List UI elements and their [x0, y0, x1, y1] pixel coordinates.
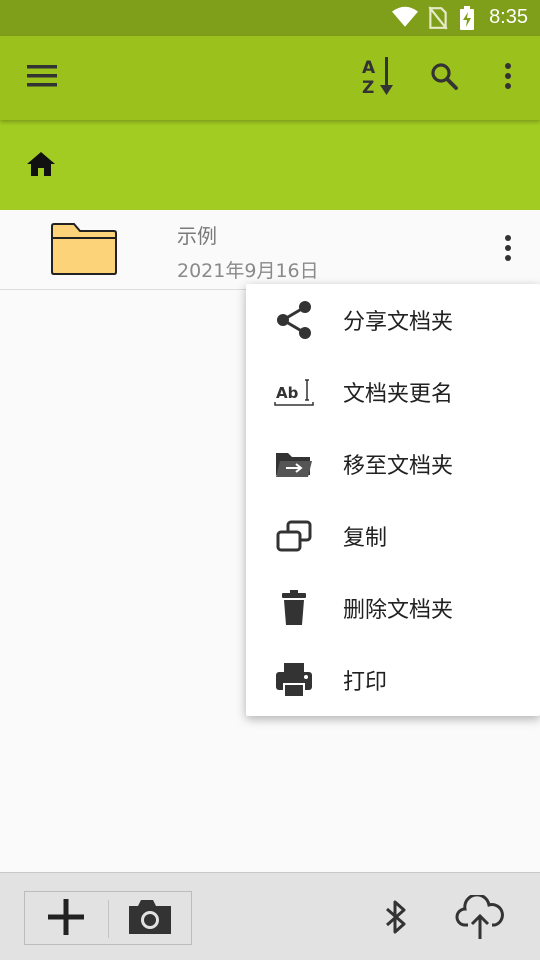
camera-button[interactable] — [124, 895, 176, 943]
home-icon[interactable] — [26, 150, 58, 182]
breadcrumb — [0, 120, 540, 210]
menu-item-label: 文档夹更名 — [343, 382, 454, 407]
more-vert-icon — [504, 62, 512, 94]
menu-item-label: 移至文档夹 — [343, 454, 454, 479]
file-name: 示例 — [177, 224, 217, 248]
menu-item-print[interactable]: 打印 — [246, 644, 540, 716]
rename-icon: Ab — [274, 372, 314, 412]
svg-text:Z: Z — [362, 78, 374, 97]
copy-icon — [274, 516, 314, 556]
sort-button[interactable]: A Z — [356, 56, 400, 100]
menu-button[interactable] — [20, 56, 64, 100]
cloud-upload-icon — [455, 893, 505, 945]
item-more-button[interactable] — [490, 228, 526, 272]
menu-item-label: 分享文档夹 — [343, 310, 454, 335]
file-date: 2021年9月16日 — [177, 260, 319, 282]
move-folder-icon — [274, 444, 314, 484]
list-item[interactable]: 示例 2021年9月16日 — [0, 210, 540, 290]
menu-item-rename-folder[interactable]: Ab 文档夹更名 — [246, 356, 540, 428]
svg-text:A: A — [362, 58, 376, 78]
menu-item-share-folder[interactable]: 分享文档夹 — [246, 284, 540, 356]
app-bar: A Z — [0, 36, 540, 120]
print-icon — [274, 660, 314, 700]
divider — [108, 900, 109, 938]
cloud-upload-button[interactable] — [452, 893, 508, 945]
no-sim-icon — [428, 6, 448, 34]
sort-az-icon: A Z — [360, 55, 396, 101]
menu-item-label: 复制 — [343, 526, 388, 551]
status-bar: 8:35 — [0, 0, 540, 36]
bottom-bar — [0, 872, 540, 960]
menu-item-copy[interactable]: 复制 — [246, 500, 540, 572]
bluetooth-icon — [384, 899, 408, 939]
search-icon — [430, 62, 458, 94]
battery-charging-icon — [460, 6, 474, 34]
menu-item-label: 删除文档夹 — [343, 598, 454, 623]
search-button[interactable] — [422, 56, 466, 100]
status-time: 8:35 — [489, 6, 528, 28]
menu-icon — [27, 64, 57, 92]
menu-item-move-folder[interactable]: 移至文档夹 — [246, 428, 540, 500]
folder-icon — [50, 222, 118, 280]
bluetooth-button[interactable] — [374, 895, 418, 943]
svg-text:Ab: Ab — [276, 384, 299, 402]
more-options-button[interactable] — [486, 56, 530, 100]
menu-item-label: 打印 — [343, 670, 388, 695]
menu-item-delete-folder[interactable]: 删除文档夹 — [246, 572, 540, 644]
add-button[interactable] — [42, 895, 90, 943]
delete-icon — [274, 588, 314, 628]
more-vert-icon — [504, 234, 512, 266]
share-icon — [274, 300, 314, 340]
camera-icon — [127, 898, 173, 940]
add-icon — [46, 897, 86, 941]
context-menu: 分享文档夹 Ab 文档夹更名 移至文档夹 复制 删除文档夹 打印 — [246, 284, 540, 716]
wifi-icon — [392, 6, 418, 32]
